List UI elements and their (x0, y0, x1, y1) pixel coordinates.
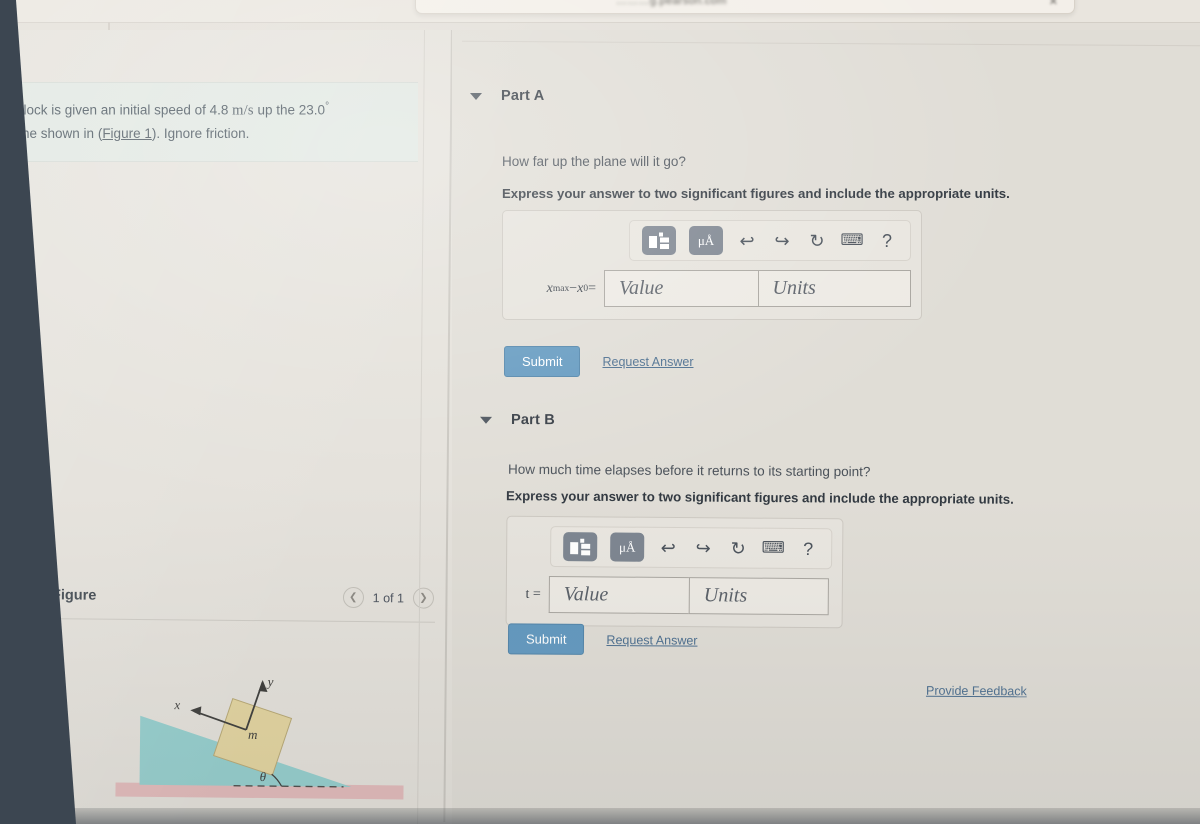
part-a-submit-row: Submit Request Answer (504, 346, 694, 377)
undo-icon[interactable]: ↩ (657, 535, 679, 559)
chevron-left-icon[interactable]: ❮ (342, 586, 364, 609)
svg-text:θ: θ (260, 769, 267, 784)
browser-tab-edge (108, 22, 110, 30)
svg-text:x: x (173, 697, 180, 712)
figure-1-link[interactable]: Figure 1 (102, 126, 152, 141)
template-icon[interactable] (563, 532, 598, 562)
help-icon[interactable]: ? (797, 536, 819, 560)
part-b-answer-box: μÅ ↩ ↪ ↻ ⌨ ? t = Value Units (505, 515, 844, 629)
part-a-title: Part A (501, 88, 545, 104)
part-a-instruction: Express your answer to two significant f… (502, 186, 1010, 201)
part-b-header[interactable]: Part B (479, 411, 555, 429)
figure-divider (60, 618, 435, 623)
mastering-physics-page: A block is given an initial speed of 4.8… (0, 21, 1200, 824)
reset-icon[interactable]: ↻ (727, 536, 749, 560)
figure-page-count: 1 of 1 (372, 590, 405, 605)
problem-text-4: ). Ignore friction. (151, 125, 250, 141)
units-icon[interactable]: μÅ (689, 226, 723, 255)
part-a-value-input[interactable]: Value (604, 270, 758, 307)
problem-speed-units: m/s (232, 102, 254, 119)
keyboard-icon[interactable]: ⌨ (762, 536, 785, 560)
inclined-plane-diagram: y x m θ (115, 674, 404, 800)
part-b-field-row: t = Value Units (517, 576, 832, 616)
provide-feedback-link[interactable]: Provide Feedback (926, 684, 1027, 699)
browser-popup-text: ………g.pearson.com (616, 0, 727, 7)
redo-icon[interactable]: ↪ (771, 229, 793, 253)
chevron-right-icon[interactable]: ❯ (412, 587, 435, 609)
part-a-submit-button[interactable]: Submit (504, 346, 581, 377)
part-a-question: How far up the plane will it go? (502, 154, 686, 169)
svg-text:y: y (266, 674, 274, 689)
left-panel: A block is given an initial speed of 4.8… (0, 30, 452, 824)
redo-icon[interactable]: ↪ (692, 536, 714, 560)
figure-header: Figure ❮ 1 of 1 ❯ (52, 584, 435, 609)
part-b-request-answer-link[interactable]: Request Answer (606, 633, 697, 648)
figure-pager: ❮ 1 of 1 ❯ (342, 586, 435, 609)
undo-icon[interactable]: ↩ (736, 229, 758, 253)
part-b-question: How much time elapses before it returns … (507, 461, 871, 480)
part-b-units-input[interactable]: Units (688, 577, 829, 616)
caret-down-icon[interactable] (479, 416, 493, 424)
part-a-answer-box: μÅ ↩ ↪ ↻ ⌨ ? x max − x0 = Value Units (502, 210, 922, 320)
keyboard-icon[interactable]: ⌨ (840, 229, 863, 253)
template-icon[interactable] (642, 226, 676, 255)
part-a-field-label: x max − x0 = (546, 280, 596, 296)
part-a-header[interactable]: Part A (470, 88, 544, 104)
part-b-submit-button[interactable]: Submit (507, 623, 585, 655)
screen-photo: ………g.pearson.com ✕ A block is given an i… (0, 0, 1200, 824)
part-a-request-answer-link[interactable]: Request Answer (602, 355, 693, 369)
browser-popup-bar: ………g.pearson.com ✕ (415, 0, 1075, 14)
units-icon[interactable]: μÅ (610, 532, 645, 562)
svg-text:m: m (248, 727, 258, 742)
part-b-toolbar: μÅ ↩ ↪ ↻ ⌨ ? (550, 526, 833, 570)
problem-text-1: A block is given an initial speed of 4.8 (4, 102, 229, 118)
browser-tab-strip (0, 22, 1200, 30)
part-b-title: Part B (510, 411, 555, 429)
part-b-submit-row: Submit Request Answer (507, 623, 698, 655)
part-a-field-row: x max − x0 = Value Units (513, 270, 911, 307)
part-b-field-label: t = (525, 586, 541, 602)
close-icon[interactable]: ✕ (1049, 0, 1058, 8)
help-icon[interactable]: ? (876, 229, 898, 253)
part-b-instruction: Express your answer to two significant f… (505, 488, 1014, 507)
monitor-bezel-bottom (0, 808, 1200, 824)
degree-symbol: ° (325, 101, 330, 112)
reset-icon[interactable]: ↻ (806, 229, 828, 253)
right-panel: Part A How far up the plane will it go? … (452, 30, 1200, 824)
browser-chrome: ………g.pearson.com ✕ (0, 0, 1200, 30)
part-a-toolbar: μÅ ↩ ↪ ↻ ⌨ ? (629, 220, 911, 261)
problem-statement: A block is given an initial speed of 4.8… (0, 82, 418, 162)
caret-down-icon[interactable] (470, 92, 482, 100)
top-divider (462, 40, 1200, 47)
problem-text-2: up the 23.0 (257, 102, 326, 118)
part-a-units-input[interactable]: Units (757, 270, 911, 307)
part-b-value-input[interactable]: Value (548, 576, 689, 615)
